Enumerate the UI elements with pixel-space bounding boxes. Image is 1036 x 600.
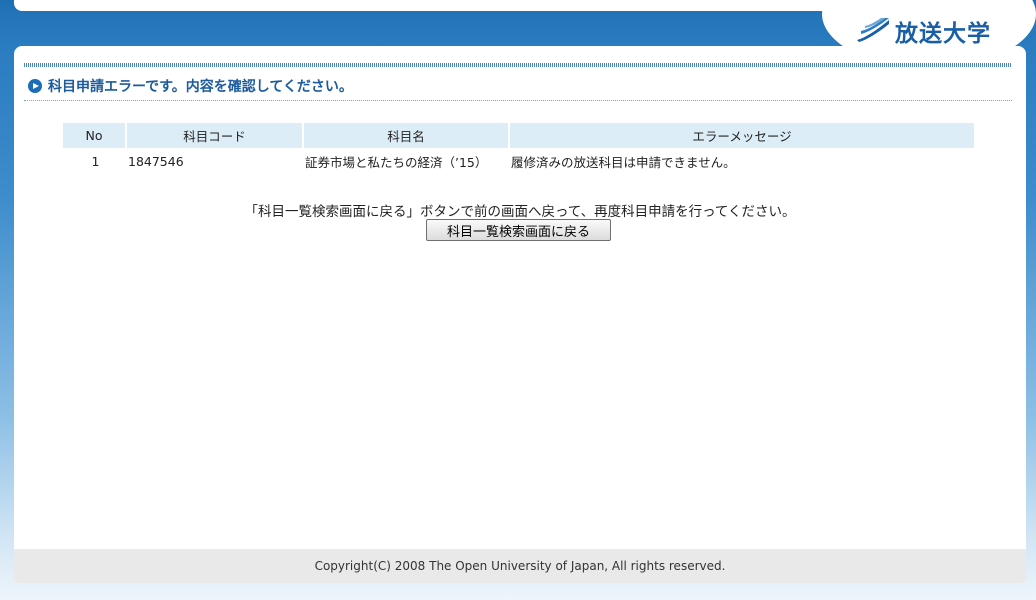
column-header-code: 科目コード xyxy=(126,123,304,148)
page-title: 科目申請エラーです。内容を確認してください。 xyxy=(48,79,353,95)
play-circle-icon xyxy=(28,79,42,93)
instruction-text: 「科目一覧検索画面に戻る」ボタンで前の画面へ戻って、再度科目申請を行ってください… xyxy=(244,204,796,220)
logo-wing-icon xyxy=(857,18,889,42)
error-table: No 科目コード 科目名 エラーメッセージ 1 1847546 証券市場と私たち… xyxy=(63,123,974,174)
logo-text: 放送大学 xyxy=(895,21,991,47)
column-header-name: 科目名 xyxy=(303,123,510,148)
header-divider xyxy=(24,63,1012,67)
row-course-code: 1847546 xyxy=(128,153,184,169)
row-no: 1 xyxy=(91,153,100,169)
row-error-message: 履修済みの放送科目は申請できません。 xyxy=(511,154,736,170)
heading-underline xyxy=(24,100,1012,101)
column-header-no: No xyxy=(63,123,127,148)
back-to-course-search-button[interactable]: 科目一覧検索画面に戻る xyxy=(426,219,611,241)
row-course-name: 証券市場と私たちの経済（’15） xyxy=(305,154,488,170)
page-heading: 科目申請エラーです。内容を確認してください。 xyxy=(28,76,353,96)
table-row: 1 1847546 証券市場と私たちの経済（’15） 履修済みの放送科目は申請で… xyxy=(63,148,974,174)
university-logo[interactable]: 放送大学 xyxy=(855,14,991,48)
column-header-message: エラーメッセージ xyxy=(509,123,974,148)
footer: Copyright(C) 2008 The Open University of… xyxy=(14,549,1026,583)
main-panel: 科目申請エラーです。内容を確認してください。 No 科目コード 科目名 エラーメ… xyxy=(14,46,1026,583)
copyright-text: Copyright(C) 2008 The Open University of… xyxy=(314,559,726,573)
table-header-row: No 科目コード 科目名 エラーメッセージ xyxy=(63,123,974,148)
